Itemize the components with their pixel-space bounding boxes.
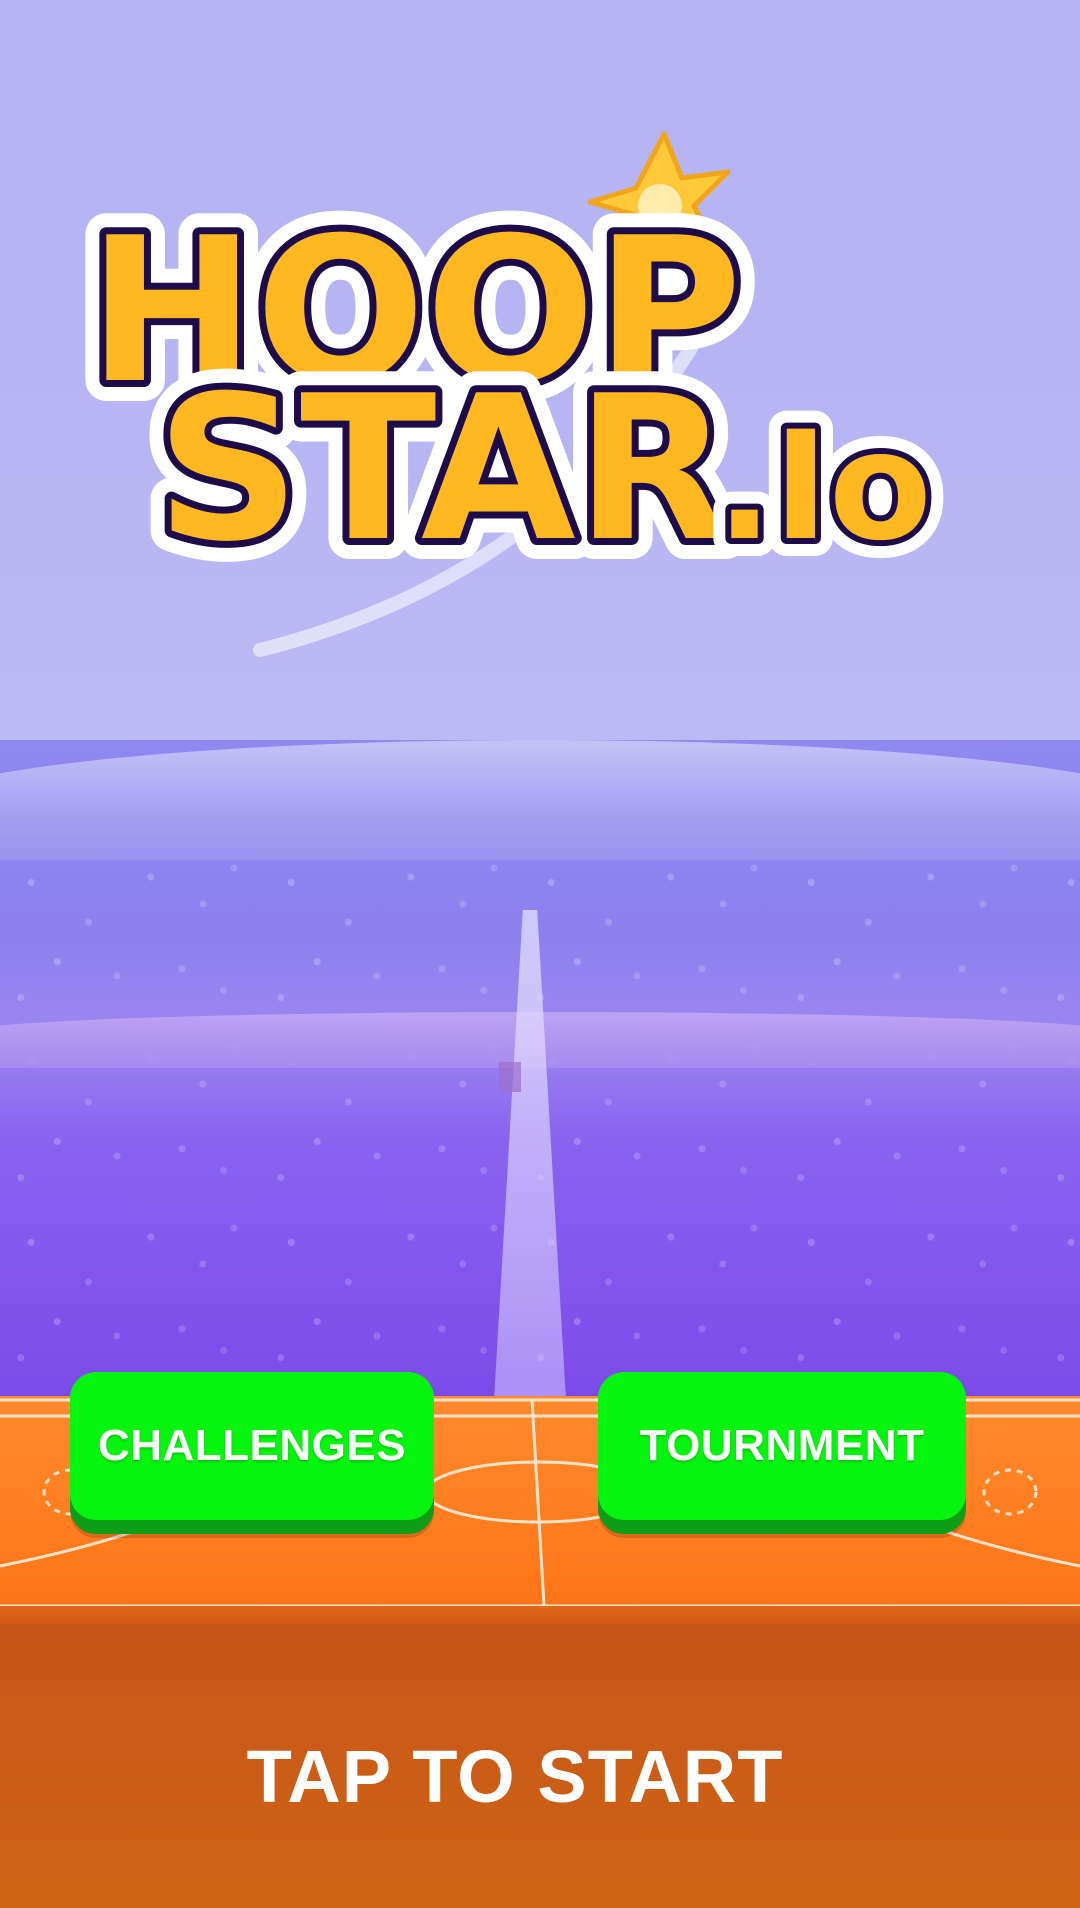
aisle-marker bbox=[499, 1062, 521, 1092]
stadium-rim bbox=[0, 740, 1080, 860]
logo-star-text: STAR bbox=[156, 353, 730, 586]
challenges-button[interactable]: CHALLENGES bbox=[70, 1372, 434, 1520]
stadium-background bbox=[0, 740, 1080, 1400]
game-logo: HOOP HOOP STAR STAR .Io .Io bbox=[70, 131, 950, 657]
tournament-button-label: TOURNMENT bbox=[639, 1421, 925, 1470]
challenges-button-label: CHALLENGES bbox=[97, 1421, 407, 1470]
tap-to-start-label[interactable]: TAP TO START bbox=[0, 1734, 1030, 1819]
tournament-button[interactable]: TOURNMENT bbox=[598, 1372, 966, 1520]
logo-suffix-text: .Io bbox=[716, 400, 932, 574]
